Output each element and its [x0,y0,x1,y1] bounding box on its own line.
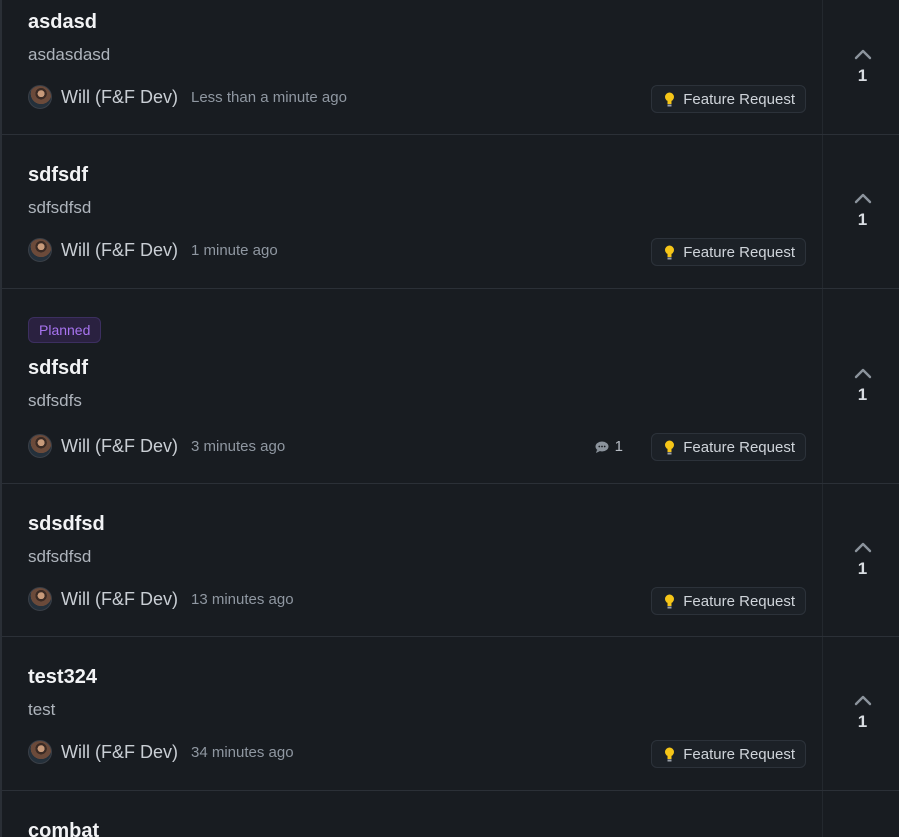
avatar[interactable] [28,587,52,611]
post-title[interactable]: combat [28,820,99,837]
category-tag[interactable]: Feature Request [651,587,806,615]
avatar[interactable] [28,238,52,262]
post-time: 13 minutes ago [190,590,294,608]
lightbulb-icon [665,92,675,106]
post-content: test324 test Will (F&F Dev) 34 minutes a… [2,637,823,790]
post-title[interactable]: sdsdfsd [28,513,105,536]
vote-count: 1 [857,210,868,229]
post-content: sdsdfsd sdfsdfsd Will (F&F Dev) 13 minut… [2,484,823,636]
upvote-button[interactable]: 1 [824,289,899,483]
vote-count: 1 [857,65,868,85]
post-meta: Will (F&F Dev) 3 minutes ago [28,432,285,460]
upvote-button[interactable]: 1 [824,0,899,134]
upvote-button[interactable]: 1 [824,637,899,790]
post-description: sdfsdfs [28,391,82,410]
post-title[interactable]: asdasd [28,11,97,34]
post-description: sdfsdfsd [28,198,92,217]
avatar[interactable] [28,434,52,458]
post-title[interactable]: sdfsdf [28,164,88,187]
post-card[interactable]: sdsdfsd sdfsdfsd Will (F&F Dev) 13 minut… [2,484,899,637]
lightbulb-icon [665,440,675,454]
lightbulb-icon [665,747,675,761]
chevron-up-icon [854,49,871,59]
comment-count[interactable]: 1 [595,438,623,455]
feedback-feed: asdasd asdasdasd Will (F&F Dev) Less tha… [0,0,899,837]
post-content: combat [2,791,823,837]
category-tag-label: Feature Request [683,438,795,456]
vote-count: 1 [857,384,868,404]
category-tag-label: Feature Request [683,592,795,610]
category-tag-label: Feature Request [683,243,795,261]
post-time: 3 minutes ago [190,437,286,455]
chevron-up-icon [854,695,871,706]
post-description: asdasdasd [28,45,111,64]
chevron-up-icon [854,368,871,378]
chevron-up-icon [854,542,871,552]
upvote-button[interactable]: 1 [824,484,899,636]
post-time: 34 minutes ago [190,743,294,761]
lightbulb-icon [665,245,675,259]
post-meta: Will (F&F Dev) 1 minute ago [28,236,278,264]
post-time: Less than a minute ago [190,88,347,106]
status-badge: Planned [28,317,102,343]
post-time: 1 minute ago [190,241,278,259]
upvote-button[interactable]: 1 [824,135,899,288]
category-tag[interactable]: Feature Request [651,238,806,266]
author-name[interactable]: Will (F&F Dev) [61,436,178,457]
category-tag-label: Feature Request [683,90,795,108]
post-card[interactable]: test324 test Will (F&F Dev) 34 minutes a… [2,637,899,791]
category-tag[interactable]: Feature Request [651,85,806,113]
comment-count-value: 1 [614,438,623,455]
author-name[interactable]: Will (F&F Dev) [61,742,178,763]
vote-count: 1 [857,712,868,731]
post-description: test [28,700,56,719]
post-content: sdfsdf sdfsdfsd Will (F&F Dev) 1 minute … [2,135,823,288]
post-card[interactable]: Planned sdfsdf sdfsdfs Will (F&F Dev) 3 … [2,289,899,484]
category-tag-label: Feature Request [683,745,795,763]
post-card[interactable]: asdasd asdasdasd Will (F&F Dev) Less tha… [2,0,899,135]
post-card[interactable]: combat [2,791,899,837]
post-title[interactable]: test324 [28,666,97,689]
comment-icon [595,441,609,453]
post-card[interactable]: sdfsdf sdfsdfsd Will (F&F Dev) 1 minute … [2,135,899,289]
post-meta: Will (F&F Dev) 13 minutes ago [28,585,294,613]
post-description: sdfsdfsd [28,547,92,566]
post-meta: Will (F&F Dev) 34 minutes ago [28,738,294,766]
post-title[interactable]: sdfsdf [28,357,88,380]
lightbulb-icon [665,594,675,608]
vote-count: 1 [857,558,868,578]
avatar[interactable] [28,740,52,764]
category-tag[interactable]: Feature Request [651,433,806,461]
author-name[interactable]: Will (F&F Dev) [61,240,178,261]
author-name[interactable]: Will (F&F Dev) [61,589,178,610]
category-tag[interactable]: Feature Request [651,740,806,768]
author-name[interactable]: Will (F&F Dev) [61,87,178,108]
avatar[interactable] [28,85,52,109]
chevron-up-icon [854,193,871,204]
post-content: Planned sdfsdf sdfsdfs Will (F&F Dev) 3 … [2,289,823,483]
post-meta: Will (F&F Dev) Less than a minute ago [28,83,347,111]
post-content: asdasd asdasdasd Will (F&F Dev) Less tha… [2,0,823,134]
